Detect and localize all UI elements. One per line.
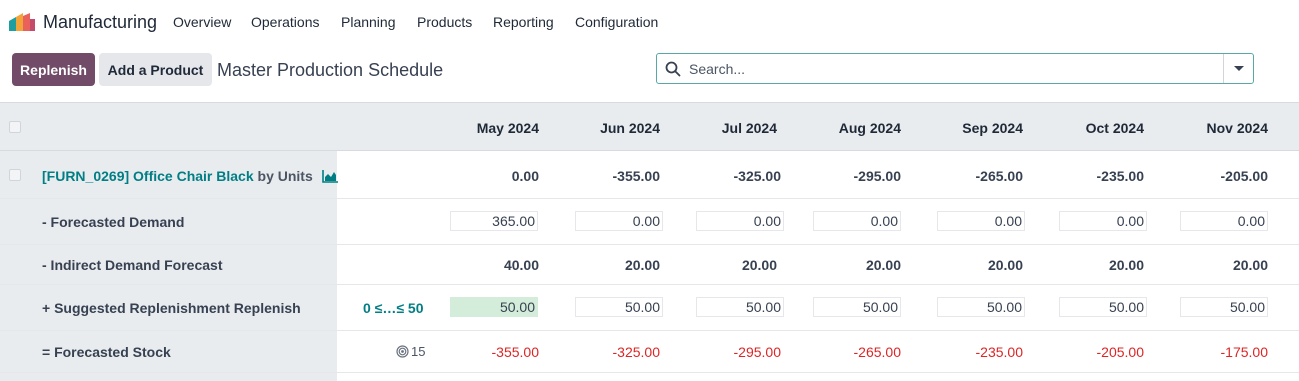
product-cell: -235.00 — [1096, 168, 1144, 184]
safety-stock-value: 15 — [411, 344, 426, 359]
indirect-demand-cell: 20.00 — [865, 257, 901, 273]
forecast-demand-input[interactable]: 0.00 — [1059, 211, 1147, 231]
forecast-demand-input[interactable]: 0.00 — [696, 211, 784, 231]
product-checkbox[interactable] — [9, 169, 21, 181]
forecasted-stock-label: = Forecasted Stock — [42, 344, 171, 360]
month-header: Jun 2024 — [600, 120, 660, 136]
menu-operations[interactable]: Operations — [251, 14, 319, 30]
product-link[interactable]: [FURN_0269] Office Chair Black — [42, 168, 254, 184]
product-cell: 0.00 — [511, 168, 539, 184]
menu-reporting[interactable]: Reporting — [493, 14, 554, 30]
forecasted-stock-cell: -175.00 — [1220, 344, 1268, 360]
forecasted-stock-cell: -235.00 — [975, 344, 1023, 360]
forecasted-stock-row: = Forecasted Stock 15 -355.00 -325.00 -2… — [0, 331, 1299, 373]
replenish-qty-input[interactable]: 50.00 — [696, 297, 784, 317]
replenish-button[interactable]: Replenish — [12, 53, 95, 86]
forecasted-demand-row: - Forecasted Demand 365.00 0.00 0.00 0.0… — [0, 199, 1299, 245]
suggested-replenishment-row: + Suggested Replenishment Replenish 0 ≤…… — [0, 285, 1299, 331]
add-product-button[interactable]: Add a Product — [99, 53, 212, 86]
replenish-qty-input[interactable]: 50.00 — [813, 297, 901, 317]
search-bar — [656, 53, 1254, 84]
forecast-demand-input[interactable]: 365.00 — [450, 211, 538, 231]
replenish-row-link[interactable]: Replenish — [234, 300, 301, 316]
page-title: Master Production Schedule — [217, 60, 444, 80]
product-cell: -265.00 — [975, 168, 1023, 184]
forecast-demand-input[interactable]: 0.00 — [937, 211, 1025, 231]
menu-overview[interactable]: Overview — [173, 14, 231, 30]
search-options-toggle[interactable] — [1223, 54, 1253, 83]
forecast-demand-input[interactable]: 0.00 — [813, 211, 901, 231]
suggested-replenishment-label: + Suggested Replenishment Replenish — [42, 300, 301, 316]
manufacturing-app-icon[interactable] — [9, 13, 35, 31]
replenish-qty-input[interactable]: 50.00 — [1059, 297, 1147, 317]
indirect-demand-cell: 40.00 — [503, 257, 539, 273]
replenish-bounds-link[interactable]: 0 ≤…≤ 50 — [363, 300, 424, 316]
indirect-demand-row: - Indirect Demand Forecast 40.00 20.00 2… — [0, 245, 1299, 285]
search-input[interactable] — [689, 55, 1219, 82]
product-row: [FURN_0269] Office Chair Black by Units … — [0, 151, 1299, 199]
menu-planning[interactable]: Planning — [341, 14, 396, 30]
safety-stock-indicator[interactable]: 15 — [396, 344, 425, 359]
indirect-demand-label: - Indirect Demand Forecast — [42, 257, 223, 273]
forecasted-stock-cell: -205.00 — [1096, 344, 1144, 360]
forecast-demand-input[interactable]: 0.00 — [1180, 211, 1268, 231]
uom-label: by Units — [257, 168, 313, 184]
product-cell: -295.00 — [853, 168, 901, 184]
month-header: Oct 2024 — [1085, 120, 1144, 136]
product-cell: -355.00 — [612, 168, 660, 184]
month-header: Nov 2024 — [1206, 120, 1268, 136]
month-header: May 2024 — [476, 120, 539, 136]
suggested-replenishment-text: + Suggested Replenishment — [42, 300, 230, 316]
indirect-demand-cell: 20.00 — [987, 257, 1023, 273]
product-cell: -205.00 — [1220, 168, 1268, 184]
indirect-demand-cell: 20.00 — [741, 257, 777, 273]
month-header: Jul 2024 — [721, 120, 777, 136]
replenish-qty-input[interactable]: 50.00 — [450, 297, 538, 317]
target-icon — [396, 345, 409, 358]
search-icon — [665, 61, 681, 77]
month-header: Aug 2024 — [838, 120, 901, 136]
indirect-demand-cell: 20.00 — [1108, 257, 1144, 273]
month-header: Sep 2024 — [962, 120, 1023, 136]
grid-header: May 2024 Jun 2024 Jul 2024 Aug 2024 Sep … — [0, 102, 1299, 151]
menu-configuration[interactable]: Configuration — [575, 14, 658, 30]
area-chart-icon[interactable] — [321, 170, 338, 186]
forecasted-demand-label: - Forecasted Demand — [42, 214, 185, 230]
app-title[interactable]: Manufacturing — [43, 12, 157, 33]
forecasted-stock-cell: -265.00 — [853, 344, 901, 360]
top-navbar: Manufacturing Overview Operations Planni… — [0, 0, 1299, 44]
forecasted-stock-cell: -295.00 — [733, 344, 781, 360]
replenish-qty-input[interactable]: 50.00 — [1180, 297, 1268, 317]
replenish-qty-input[interactable]: 50.00 — [937, 297, 1025, 317]
forecast-demand-input[interactable]: 0.00 — [575, 211, 663, 231]
product-cell: -325.00 — [733, 168, 781, 184]
indirect-demand-cell: 20.00 — [624, 257, 660, 273]
forecasted-stock-cell: -325.00 — [612, 344, 660, 360]
indirect-demand-cell: 20.00 — [1232, 257, 1268, 273]
product-label: [FURN_0269] Office Chair Black by Units — [42, 168, 338, 186]
caret-down-icon — [1233, 66, 1244, 71]
replenish-qty-input[interactable]: 50.00 — [575, 297, 663, 317]
forecasted-stock-cell: -355.00 — [491, 344, 539, 360]
menu-products[interactable]: Products — [417, 14, 472, 30]
select-all-checkbox[interactable] — [9, 121, 21, 133]
